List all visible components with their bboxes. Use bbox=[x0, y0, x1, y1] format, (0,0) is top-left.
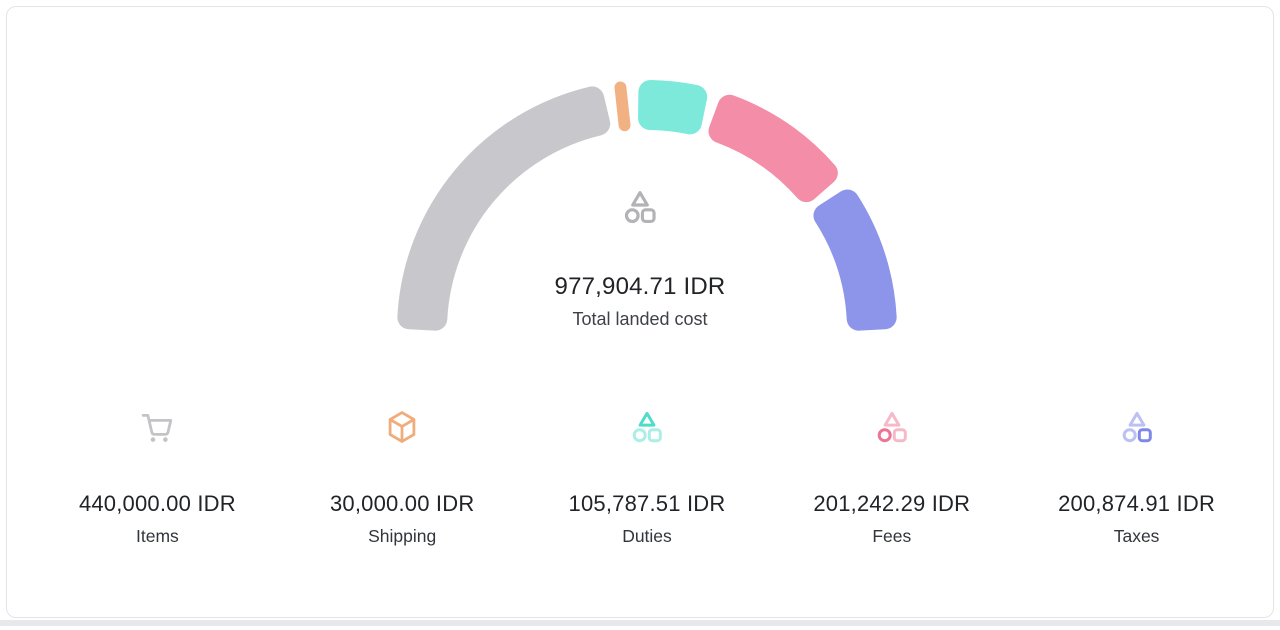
breakdown-value: 105,787.51 IDR bbox=[525, 493, 770, 515]
shapes-icon bbox=[629, 409, 665, 426]
cart-icon bbox=[139, 409, 175, 426]
shapes-icon bbox=[1119, 409, 1155, 426]
breakdown-value: 30,000.00 IDR bbox=[280, 493, 525, 515]
gauge-segment-taxes bbox=[825, 202, 884, 319]
breakdown-item-fees: 201,242.29 IDR Fees bbox=[769, 409, 1014, 546]
breakdown-label: Shipping bbox=[280, 528, 525, 546]
cost-breakdown-row: 440,000.00 IDR Items 30,000.00 IDR Shippin… bbox=[35, 409, 1259, 546]
breakdown-item-taxes: 200,874.91 IDR Taxes bbox=[1014, 409, 1259, 546]
landed-cost-gauge-chart bbox=[7, 7, 1274, 377]
breakdown-label: Taxes bbox=[1014, 528, 1259, 546]
gauge-segment-fees bbox=[721, 107, 826, 190]
breakdown-item-shipping: 30,000.00 IDR Shipping bbox=[280, 409, 525, 546]
breakdown-label: Duties bbox=[525, 528, 770, 546]
breakdown-label: Items bbox=[35, 528, 280, 546]
gauge-segment-items bbox=[409, 98, 598, 318]
breakdown-item-duties: 105,787.51 IDR Duties bbox=[525, 409, 770, 546]
bottom-strip bbox=[0, 620, 1280, 626]
breakdown-value: 201,242.29 IDR bbox=[769, 493, 1014, 515]
box-icon bbox=[384, 409, 420, 426]
breakdown-item-items: 440,000.00 IDR Items bbox=[35, 409, 280, 546]
landed-cost-card: 977,904.71 IDR Total landed cost 440,000… bbox=[6, 6, 1274, 618]
gauge-segment-shipping bbox=[620, 87, 624, 125]
breakdown-value: 440,000.00 IDR bbox=[35, 493, 280, 515]
gauge-segment-duties bbox=[650, 92, 695, 122]
shapes-icon bbox=[874, 409, 910, 426]
breakdown-value: 200,874.91 IDR bbox=[1014, 493, 1259, 515]
breakdown-label: Fees bbox=[769, 528, 1014, 546]
